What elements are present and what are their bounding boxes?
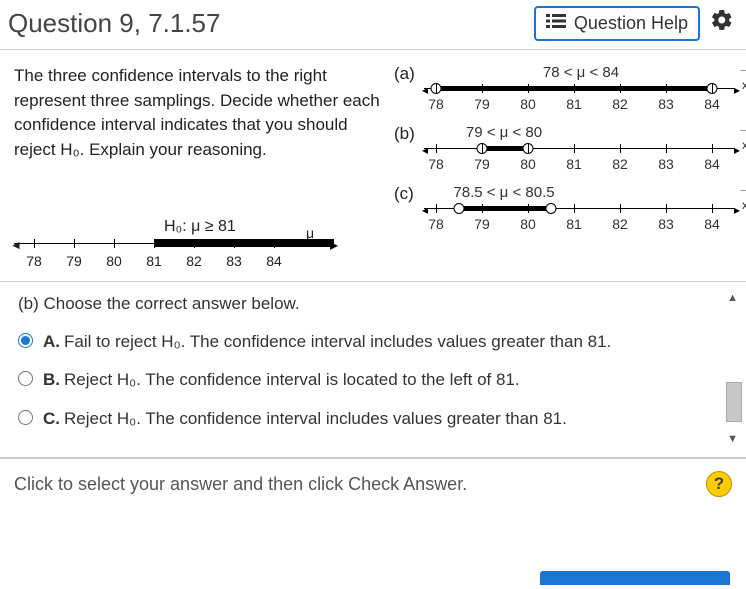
h0-number-line: H₀: μ ≥ 81 μ ◄ ▸ 78 79 80 81 82 83 84	[14, 209, 334, 269]
check-answer-button[interactable]	[540, 571, 730, 585]
gear-icon[interactable]	[710, 8, 734, 39]
choice-b-text: Reject H₀. The confidence interval is lo…	[64, 370, 520, 389]
help-icon[interactable]: ?	[706, 471, 732, 497]
arrow-left-icon: ◄	[10, 237, 22, 254]
question-help-button[interactable]: Question Help	[534, 6, 700, 41]
radio-a[interactable]	[18, 333, 33, 348]
header: Question 9, 7.1.57 Question Help	[0, 0, 746, 50]
interval-b-plot: 79 < μ < 80 ◂▸ ¯x 78 79 80 81 82 83 84	[424, 124, 738, 176]
interval-c-row: (c) 78.5 < μ < 80.5 ◂▸ ¯x 78 79 80 81 82…	[394, 184, 738, 236]
tick-83: 83	[226, 251, 242, 271]
question-title: Question 9, 7.1.57	[8, 8, 220, 39]
question-panel: ▲ ▼ (b) Choose the correct answer below.…	[0, 282, 746, 454]
prompt-text: The three confidence intervals to the ri…	[14, 64, 384, 163]
x-axis-symbol: x	[742, 198, 746, 212]
header-actions: Question Help	[534, 6, 734, 41]
choice-a[interactable]: A.Fail to reject H₀. The confidence inte…	[18, 330, 722, 355]
tick-80: 80	[106, 251, 122, 271]
interval-a-label: (a)	[394, 64, 424, 84]
interval-a-text: 78 < μ < 84	[543, 64, 619, 81]
tick-78: 78	[26, 251, 42, 271]
footer-hint: Click to select your answer and then cli…	[14, 474, 467, 495]
list-icon	[546, 13, 566, 34]
question-stem: (b) Choose the correct answer below.	[18, 294, 722, 314]
radio-c[interactable]	[18, 410, 33, 425]
interval-c-text: 78.5 < μ < 80.5	[453, 184, 554, 201]
interval-b-text: 79 < μ < 80	[466, 124, 542, 141]
h0-region-bar	[154, 239, 334, 247]
help-label: Question Help	[574, 13, 688, 34]
radio-b[interactable]	[18, 371, 33, 386]
tick-82: 82	[186, 251, 202, 271]
right-column: (a) 78 < μ < 84 ◂▸ ¯x 78 79 80 81 82 83 …	[394, 64, 738, 269]
tick-79: 79	[66, 251, 82, 271]
footer: Click to select your answer and then cli…	[0, 458, 746, 497]
interval-b-row: (b) 79 < μ < 80 ◂▸ ¯x 78 79 80 81 82 83 …	[394, 124, 738, 176]
content-area: The three confidence intervals to the ri…	[0, 50, 746, 277]
x-axis-symbol: x	[742, 78, 746, 92]
scroll-up-icon[interactable]: ▲	[727, 292, 738, 304]
h0-label: H₀: μ ≥ 81	[164, 215, 236, 238]
choice-c[interactable]: C.Reject H₀. The confidence interval inc…	[18, 407, 722, 432]
interval-a-plot: 78 < μ < 84 ◂▸ ¯x 78 79 80 81 82 83 84	[424, 64, 738, 116]
choice-a-text: Fail to reject H₀. The confidence interv…	[64, 332, 611, 351]
scroll-down-icon[interactable]: ▼	[727, 433, 738, 445]
interval-a-row: (a) 78 < μ < 84 ◂▸ ¯x 78 79 80 81 82 83 …	[394, 64, 738, 116]
choice-b[interactable]: B.Reject H₀. The confidence interval is …	[18, 368, 722, 393]
arrow-right-icon: ▸	[330, 234, 338, 257]
choice-c-text: Reject H₀. The confidence interval inclu…	[64, 409, 567, 428]
left-column: The three confidence intervals to the ri…	[14, 64, 384, 269]
interval-c-plot: 78.5 < μ < 80.5 ◂▸ ¯x 78 79 80 81 82 83 …	[424, 184, 738, 236]
x-axis-symbol: x	[742, 138, 746, 152]
tick-84: 84	[266, 251, 282, 271]
tick-81: 81	[146, 251, 162, 271]
interval-c-label: (c)	[394, 184, 424, 204]
scrollbar-thumb[interactable]	[726, 382, 742, 422]
interval-b-label: (b)	[394, 124, 424, 144]
